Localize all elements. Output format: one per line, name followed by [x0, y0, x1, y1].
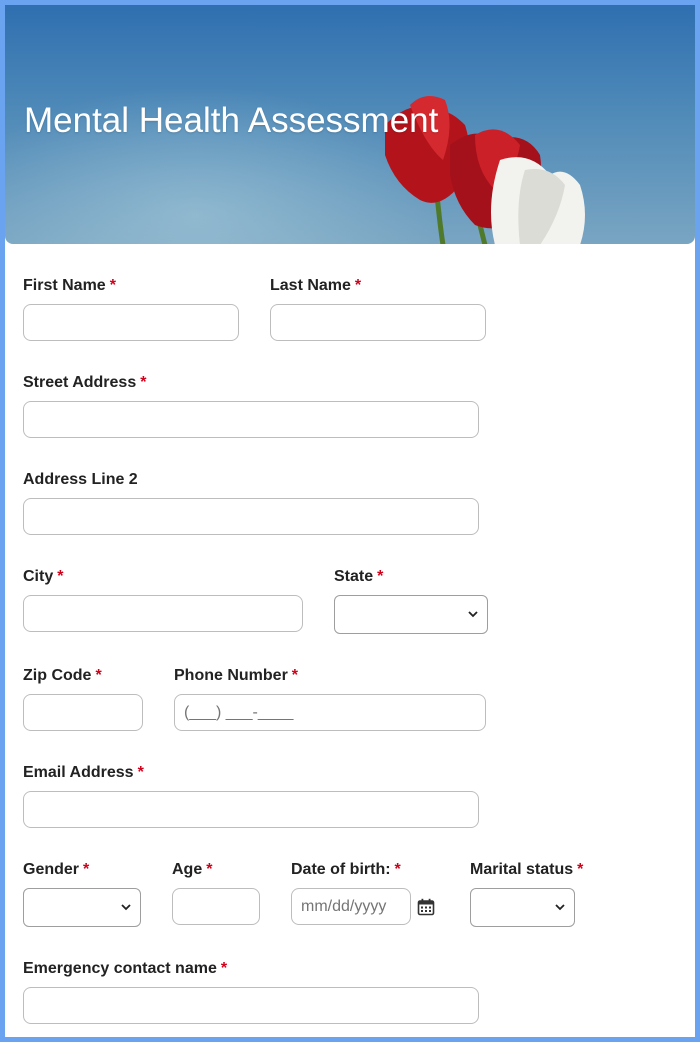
marital-status-label-text: Marital status — [470, 861, 574, 878]
required-mark: * — [83, 861, 90, 878]
email-address-label-text: Email Address — [23, 764, 134, 781]
emergency-contact-name-label-text: Emergency contact name — [23, 960, 217, 977]
last-name-input[interactable] — [270, 304, 486, 341]
required-mark: * — [394, 861, 401, 878]
chevron-down-icon — [121, 904, 131, 911]
gender-label: Gender * — [23, 861, 89, 879]
required-mark: * — [206, 861, 213, 878]
zip-code-label-text: Zip Code — [23, 667, 92, 684]
street-address-input[interactable] — [23, 401, 479, 438]
age-label: Age * — [172, 861, 212, 879]
gender-label-text: Gender — [23, 861, 80, 878]
zip-code-label: Zip Code * — [23, 667, 102, 685]
city-label: City * — [23, 568, 63, 586]
required-mark: * — [57, 568, 64, 585]
calendar-icon[interactable] — [417, 898, 435, 916]
last-name-label: Last Name * — [270, 277, 361, 295]
phone-number-label: Phone Number * — [174, 667, 298, 685]
header-banner: Mental Health Assessment — [5, 5, 695, 244]
phone-number-label-text: Phone Number — [174, 667, 288, 684]
required-mark: * — [354, 277, 362, 294]
first-name-input[interactable] — [23, 304, 239, 341]
chevron-down-icon — [468, 611, 478, 618]
first-name-label-text: First Name — [23, 277, 106, 294]
required-mark: * — [137, 764, 144, 781]
required-mark: * — [109, 277, 116, 294]
phone-number-input[interactable]: (___) ___-____ — [174, 694, 486, 731]
date-of-birth-label: Date of birth: * — [291, 861, 401, 879]
date-of-birth-label-text: Date of birth: — [291, 861, 391, 878]
emergency-contact-name-input[interactable] — [23, 987, 479, 1024]
date-of-birth-input[interactable]: mm/dd/yyyy — [291, 888, 411, 925]
required-mark: * — [220, 960, 228, 977]
required-mark: * — [577, 861, 584, 878]
gender-select[interactable] — [23, 888, 141, 927]
street-address-label: Street Address * — [23, 374, 146, 392]
email-address-input[interactable] — [23, 791, 479, 828]
address-line-2-label-text: Address Line 2 — [23, 471, 138, 488]
address-line-2-label: Address Line 2 — [23, 471, 138, 489]
form-card: Mental Health Assessment First Name * Las… — [5, 5, 695, 1037]
page-title: Mental Health Assessment — [24, 101, 439, 140]
state-label-text: State — [334, 568, 374, 585]
marital-status-select[interactable] — [470, 888, 575, 927]
age-label-text: Age — [172, 861, 203, 878]
city-label-text: City — [23, 568, 54, 585]
required-mark: * — [95, 667, 102, 684]
emergency-contact-name-label: Emergency contact name * — [23, 960, 227, 978]
address-line-2-input[interactable] — [23, 498, 479, 535]
state-select[interactable] — [334, 595, 488, 634]
city-input[interactable] — [23, 595, 303, 632]
email-address-label: Email Address * — [23, 764, 144, 782]
last-name-label-text: Last Name — [270, 277, 351, 294]
age-input[interactable] — [172, 888, 260, 925]
street-address-label-text: Street Address — [23, 374, 137, 391]
state-label: State * — [334, 568, 383, 586]
first-name-label: First Name * — [23, 277, 116, 295]
marital-status-label: Marital status * — [470, 861, 583, 879]
required-mark: * — [140, 374, 147, 391]
required-mark: * — [377, 568, 384, 585]
chevron-down-icon — [555, 904, 565, 911]
zip-code-input[interactable] — [23, 694, 143, 731]
required-mark: * — [291, 667, 299, 684]
